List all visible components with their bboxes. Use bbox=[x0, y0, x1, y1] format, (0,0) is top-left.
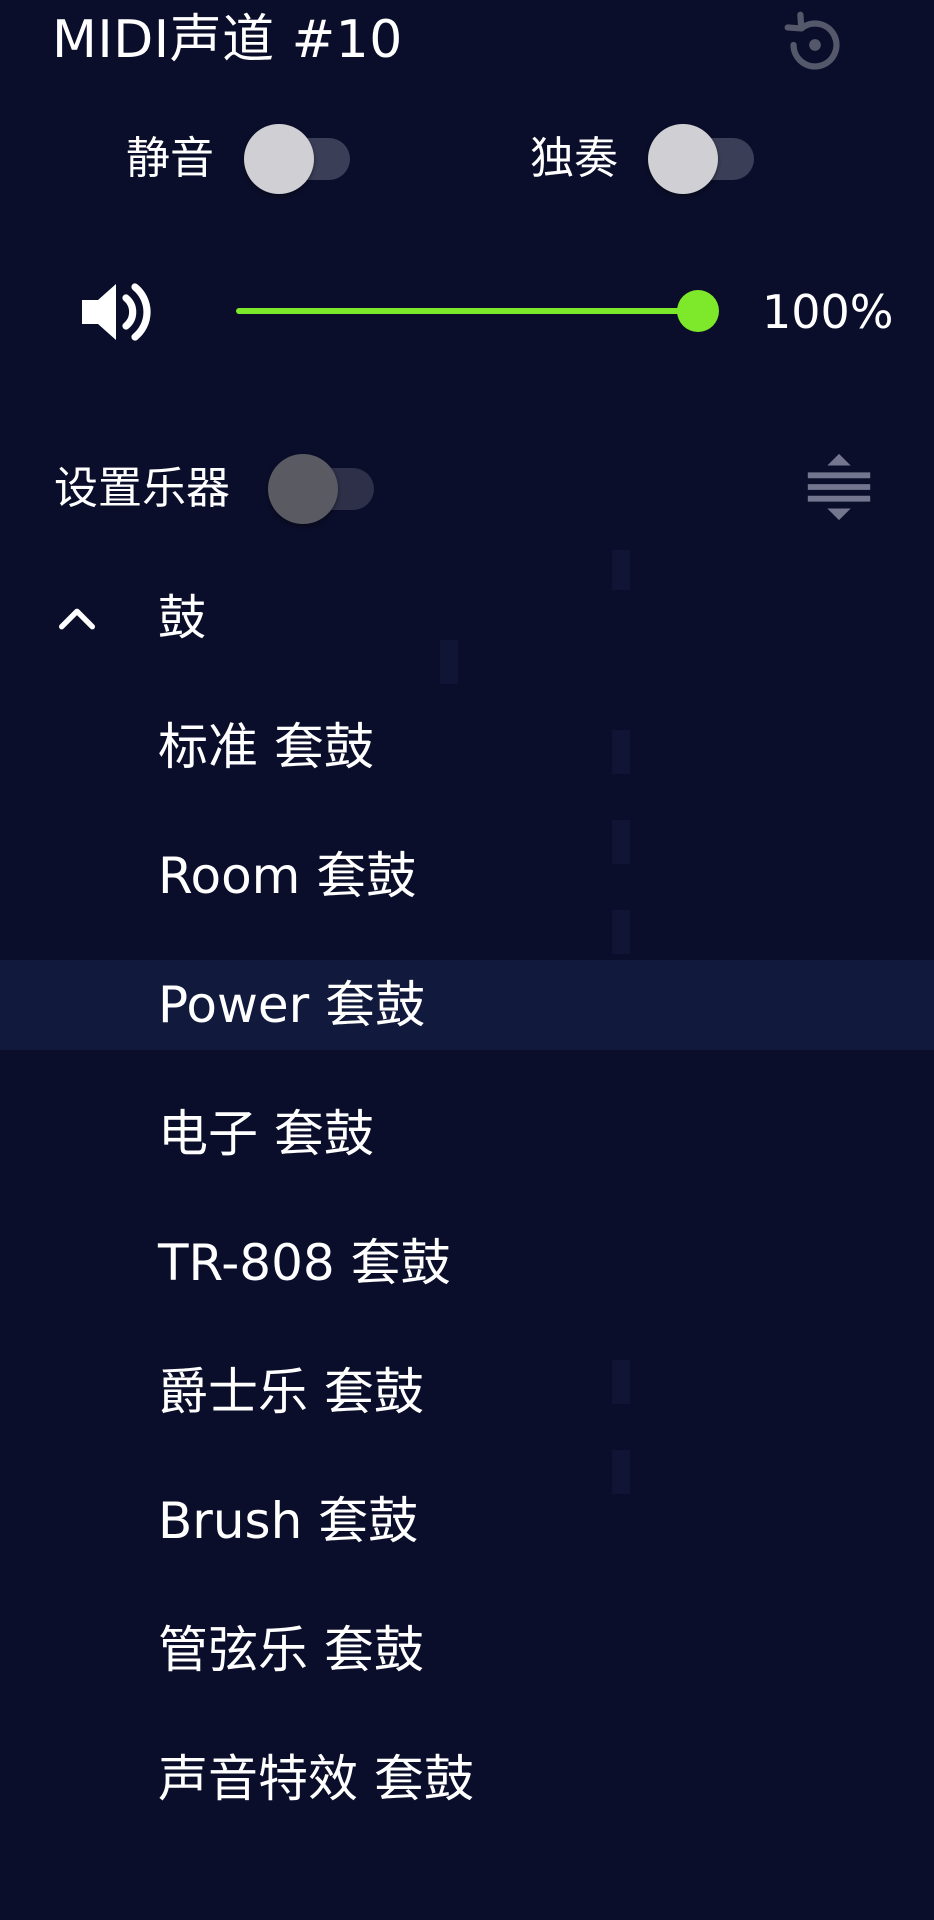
solo-row: 独奏 bbox=[530, 124, 758, 194]
kit-item-jazz[interactable]: 爵士乐 套鼓 bbox=[0, 1347, 934, 1437]
kit-item-label: 爵士乐 套鼓 bbox=[158, 1363, 424, 1421]
set-instrument-toggle-knob bbox=[268, 454, 338, 524]
kit-item-label: Brush 套鼓 bbox=[158, 1492, 419, 1550]
kit-item-label: 标准 套鼓 bbox=[158, 718, 374, 776]
kit-item-orchestral[interactable]: 管弦乐 套鼓 bbox=[0, 1605, 934, 1695]
volume-slider-thumb[interactable] bbox=[677, 290, 719, 332]
kit-item-label: Power 套鼓 bbox=[158, 976, 426, 1034]
mute-row: 静音 bbox=[126, 124, 354, 194]
solo-toggle[interactable] bbox=[648, 124, 758, 194]
kit-item-label: 管弦乐 套鼓 bbox=[158, 1621, 424, 1679]
chevron-up-icon[interactable] bbox=[54, 596, 100, 642]
set-instrument-label: 设置乐器 bbox=[54, 463, 230, 514]
midi-channel-panel: MIDI声道 #10 静音 独奏 100% 设置乐器 鼓 标准 套鼓 Room … bbox=[0, 0, 934, 1920]
kit-item-brush[interactable]: Brush 套鼓 bbox=[0, 1476, 934, 1566]
volume-slider-fill bbox=[236, 308, 698, 314]
mute-label: 静音 bbox=[126, 133, 214, 184]
solo-toggle-knob bbox=[648, 124, 718, 194]
kit-item-electronic[interactable]: 电子 套鼓 bbox=[0, 1089, 934, 1179]
panel-title: MIDI声道 #10 bbox=[52, 10, 403, 70]
kit-item-standard[interactable]: 标准 套鼓 bbox=[0, 702, 934, 792]
kit-item-power[interactable]: Power 套鼓 bbox=[0, 960, 934, 1050]
sort-icon[interactable] bbox=[800, 448, 878, 526]
kit-item-label: 声音特效 套鼓 bbox=[158, 1750, 474, 1808]
set-instrument-toggle[interactable] bbox=[268, 454, 378, 524]
volume-percent: 100% bbox=[762, 285, 894, 339]
mute-toggle[interactable] bbox=[244, 124, 354, 194]
kit-item-sfx[interactable]: 声音特效 套鼓 bbox=[0, 1734, 934, 1824]
set-instrument-row: 设置乐器 bbox=[54, 454, 378, 524]
kit-item-room[interactable]: Room 套鼓 bbox=[0, 831, 934, 921]
group-label-drums[interactable]: 鼓 bbox=[158, 588, 206, 648]
kit-item-label: 电子 套鼓 bbox=[158, 1105, 374, 1163]
restore-icon[interactable] bbox=[776, 6, 854, 84]
kit-item-tr808[interactable]: TR-808 套鼓 bbox=[0, 1218, 934, 1308]
volume-slider[interactable] bbox=[236, 288, 719, 334]
kit-item-label: TR-808 套鼓 bbox=[158, 1234, 451, 1292]
speaker-icon[interactable] bbox=[76, 270, 160, 354]
solo-label: 独奏 bbox=[530, 133, 618, 184]
mute-toggle-knob bbox=[244, 124, 314, 194]
kit-item-label: Room 套鼓 bbox=[158, 847, 417, 905]
